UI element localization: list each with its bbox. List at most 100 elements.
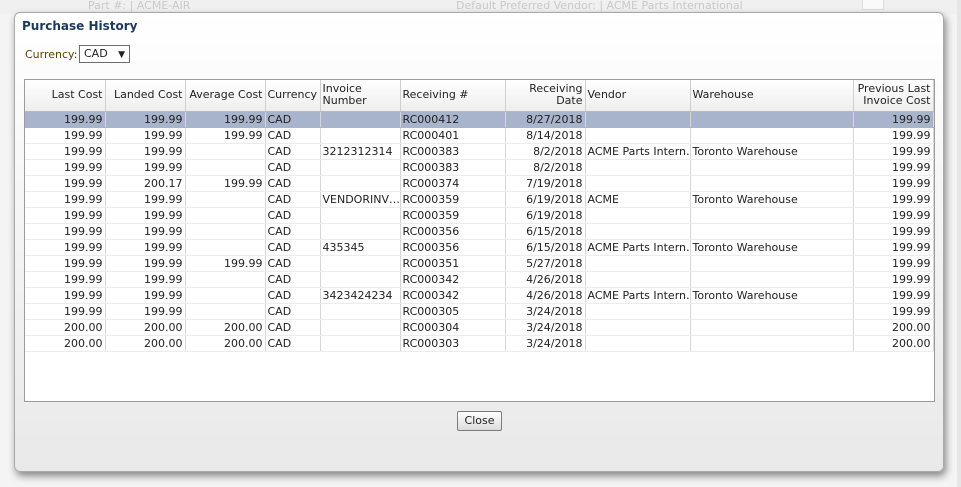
cell-invoice-number bbox=[320, 335, 401, 352]
cell-last-cost: 199.99 bbox=[25, 159, 106, 176]
close-button[interactable]: Close bbox=[457, 411, 502, 431]
cell-warehouse bbox=[690, 255, 854, 272]
cell-invoice-number bbox=[320, 111, 401, 128]
table-row[interactable]: 200.00 200.00 200.00 CAD RC000304 3/24/2018 20… bbox=[25, 319, 934, 336]
table-row[interactable]: 199.99 199.99 199.99 CAD RC000412 8/27/2018 19… bbox=[25, 111, 934, 128]
dialog-title: Purchase History bbox=[22, 19, 138, 33]
column-header-landed-cost[interactable]: Landed Cost bbox=[105, 80, 186, 112]
cell-landed-cost: 199.99 bbox=[105, 159, 186, 176]
cell-last-cost: 199.99 bbox=[25, 255, 106, 272]
column-header-last-cost[interactable]: Last Cost bbox=[25, 80, 106, 112]
purchase-history-grid[interactable]: Last Cost Landed Cost Average Cost Curre… bbox=[24, 79, 935, 402]
table-row[interactable]: 199.99 199.99 CAD RC000359 6/19/2018 199.99 bbox=[25, 207, 934, 224]
cell-previous-last-invoice-cost: 199.99 bbox=[853, 191, 934, 208]
cell-receiving-number: RC000383 bbox=[400, 143, 506, 160]
cell-average-cost bbox=[185, 271, 266, 288]
cell-last-cost: 199.99 bbox=[25, 175, 106, 192]
table-row[interactable]: 199.99 199.99 CAD RC000383 8/2/2018 199.99 bbox=[25, 159, 934, 176]
cell-warehouse bbox=[690, 207, 854, 224]
cell-landed-cost: 199.99 bbox=[105, 143, 186, 160]
cell-receiving-date: 3/24/2018 bbox=[505, 319, 586, 336]
cell-last-cost: 199.99 bbox=[25, 271, 106, 288]
cell-previous-last-invoice-cost: 199.99 bbox=[853, 127, 934, 144]
cell-invoice-number: 435345 bbox=[320, 239, 401, 256]
cell-receiving-number: RC000303 bbox=[400, 335, 506, 352]
cell-warehouse: Toronto Warehouse bbox=[690, 239, 854, 256]
column-header-previous-last-invoice-cost[interactable]: Previous Last Invoice Cost bbox=[853, 80, 934, 112]
cell-landed-cost: 199.99 bbox=[105, 271, 186, 288]
cell-warehouse bbox=[690, 319, 854, 336]
cell-landed-cost: 199.99 bbox=[105, 223, 186, 240]
column-header-currency[interactable]: Currency bbox=[265, 80, 321, 112]
cell-receiving-number: RC000401 bbox=[400, 127, 506, 144]
column-header-invoice-number[interactable]: Invoice Number bbox=[320, 80, 401, 112]
cell-previous-last-invoice-cost: 200.00 bbox=[853, 319, 934, 336]
cell-invoice-number bbox=[320, 303, 401, 320]
background-dropdown bbox=[862, 0, 884, 10]
page-edge bbox=[957, 0, 961, 487]
cell-last-cost: 199.99 bbox=[25, 287, 106, 304]
table-row[interactable]: 199.99 199.99 CAD RC000305 3/24/2018 199.99 bbox=[25, 303, 934, 320]
cell-last-cost: 199.99 bbox=[25, 303, 106, 320]
cell-last-cost: 199.99 bbox=[25, 223, 106, 240]
cell-landed-cost: 199.99 bbox=[105, 191, 186, 208]
cell-previous-last-invoice-cost: 200.00 bbox=[853, 335, 934, 352]
table-row[interactable]: 199.99 199.99 199.99 CAD RC000401 8/14/2018 19… bbox=[25, 127, 934, 144]
cell-previous-last-invoice-cost: 199.99 bbox=[853, 159, 934, 176]
cell-vendor bbox=[585, 159, 691, 176]
cell-receiving-number: RC000351 bbox=[400, 255, 506, 272]
cell-vendor: ACME Parts Intern… bbox=[585, 143, 691, 160]
cell-invoice-number bbox=[320, 127, 401, 144]
column-header-vendor[interactable]: Vendor bbox=[585, 80, 691, 112]
table-row[interactable]: 200.00 200.00 200.00 CAD RC000303 3/24/2018 20… bbox=[25, 335, 934, 352]
purchase-history-dialog: Purchase History Currency: CAD ▼ Last Co… bbox=[14, 12, 944, 472]
cell-currency: CAD bbox=[265, 191, 321, 208]
cell-average-cost: 199.99 bbox=[185, 175, 266, 192]
cell-receiving-date: 5/27/2018 bbox=[505, 255, 586, 272]
cell-receiving-date: 4/26/2018 bbox=[505, 271, 586, 288]
cell-warehouse bbox=[690, 223, 854, 240]
currency-select[interactable]: CAD ▼ bbox=[79, 45, 130, 63]
cell-vendor bbox=[585, 111, 691, 128]
cell-invoice-number bbox=[320, 271, 401, 288]
cell-receiving-number: RC000342 bbox=[400, 271, 506, 288]
cell-previous-last-invoice-cost: 199.99 bbox=[853, 271, 934, 288]
table-row[interactable]: 199.99 199.99 CAD 3212312314 RC000383 8/2/201… bbox=[25, 143, 934, 160]
cell-currency: CAD bbox=[265, 287, 321, 304]
cell-vendor bbox=[585, 271, 691, 288]
column-header-average-cost[interactable]: Average Cost bbox=[185, 80, 266, 112]
currency-select-value: CAD bbox=[84, 47, 108, 60]
cell-vendor bbox=[585, 255, 691, 272]
table-row[interactable]: 199.99 200.17 199.99 CAD RC000374 7/19/2018 19… bbox=[25, 175, 934, 192]
table-row[interactable]: 199.99 199.99 CAD RC000356 6/15/2018 199.99 bbox=[25, 223, 934, 240]
table-row[interactable]: 199.99 199.99 199.99 CAD RC000351 5/27/2018 19… bbox=[25, 255, 934, 272]
cell-currency: CAD bbox=[265, 159, 321, 176]
cell-landed-cost: 199.99 bbox=[105, 287, 186, 304]
cell-receiving-date: 3/24/2018 bbox=[505, 335, 586, 352]
table-body: 199.99 199.99 199.99 CAD RC000412 8/27/2018 19… bbox=[25, 111, 934, 352]
cell-receiving-date: 6/19/2018 bbox=[505, 207, 586, 224]
cell-receiving-date: 3/24/2018 bbox=[505, 303, 586, 320]
cell-landed-cost: 199.99 bbox=[105, 127, 186, 144]
table-row[interactable]: 199.99 199.99 CAD 435345 RC000356 6/15/2018 AC… bbox=[25, 239, 934, 256]
column-header-receiving-number[interactable]: Receiving # bbox=[400, 80, 506, 112]
cell-currency: CAD bbox=[265, 271, 321, 288]
table-row[interactable]: 199.99 199.99 CAD RC000342 4/26/2018 199.99 bbox=[25, 271, 934, 288]
cell-average-cost bbox=[185, 303, 266, 320]
dropdown-arrow-icon: ▼ bbox=[118, 50, 125, 60]
cell-average-cost: 199.99 bbox=[185, 111, 266, 128]
cell-last-cost: 199.99 bbox=[25, 143, 106, 160]
cell-warehouse: Toronto Warehouse bbox=[690, 287, 854, 304]
table-row[interactable]: 199.99 199.99 CAD VENDORINV… RC000359 6/19/20… bbox=[25, 191, 934, 208]
column-header-warehouse[interactable]: Warehouse bbox=[690, 80, 854, 112]
cell-currency: CAD bbox=[265, 335, 321, 352]
cell-previous-last-invoice-cost: 199.99 bbox=[853, 111, 934, 128]
cell-previous-last-invoice-cost: 199.99 bbox=[853, 303, 934, 320]
currency-label: Currency: bbox=[25, 48, 78, 61]
cell-average-cost: 199.99 bbox=[185, 255, 266, 272]
column-header-receiving-date[interactable]: Receiving Date bbox=[505, 80, 586, 112]
cell-receiving-date: 8/27/2018 bbox=[505, 111, 586, 128]
cell-vendor bbox=[585, 207, 691, 224]
cell-average-cost bbox=[185, 191, 266, 208]
table-row[interactable]: 199.99 199.99 CAD 3423424234 RC000342 4/26/20… bbox=[25, 287, 934, 304]
